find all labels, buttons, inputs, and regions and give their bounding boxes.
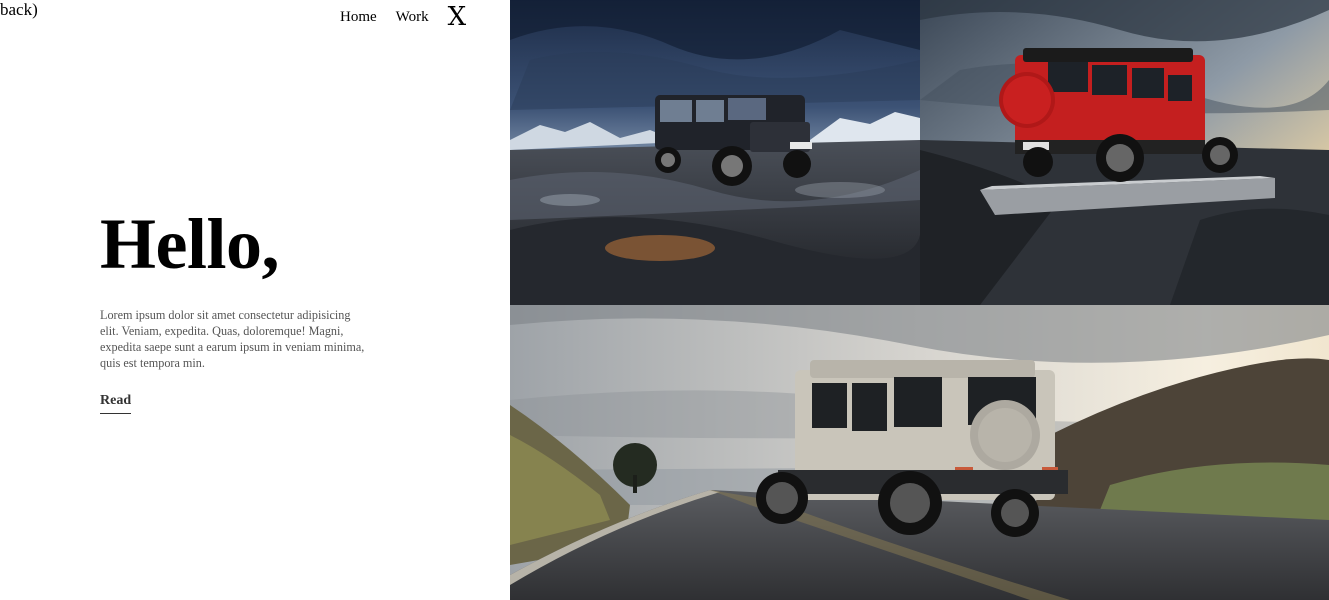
silver-suv-illustration <box>510 305 1329 600</box>
gallery-image-silver-suv[interactable] <box>510 305 1329 600</box>
hero-section: Hello, Lorem ipsum dolor sit amet consec… <box>100 196 380 414</box>
nav-work-link[interactable]: Work <box>396 6 429 28</box>
top-nav: Home Work X <box>340 4 466 30</box>
gallery-image-black-suv[interactable] <box>510 0 920 305</box>
read-link[interactable]: Read <box>100 393 132 414</box>
gallery-image-red-suv[interactable] <box>920 0 1329 305</box>
hero-description: Lorem ipsum dolor sit amet consectetur a… <box>100 308 365 370</box>
hero-title: Hello, <box>100 204 279 284</box>
red-suv-illustration <box>920 0 1329 305</box>
black-suv-illustration <box>510 0 920 305</box>
close-icon[interactable]: X <box>448 4 467 30</box>
silver-suv-shape <box>756 360 1068 537</box>
nav-home-link[interactable]: Home <box>340 6 377 28</box>
back-link-text[interactable]: back) <box>0 0 38 20</box>
